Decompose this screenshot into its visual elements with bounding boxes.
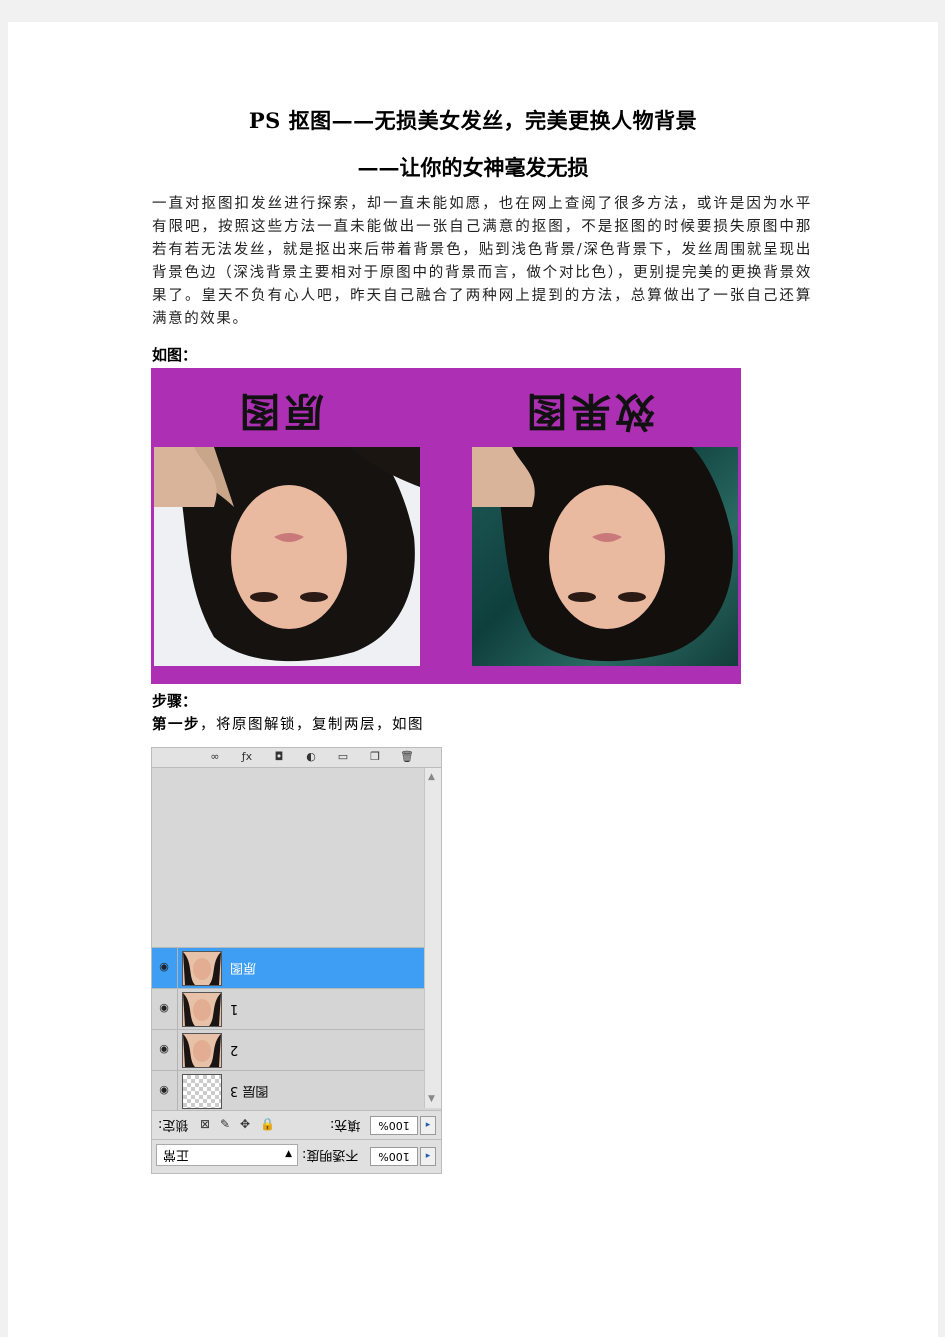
fx-icon[interactable]: ƒx bbox=[240, 750, 254, 764]
new-layer-icon[interactable]: ❐ bbox=[368, 750, 382, 764]
result-heading: 效果图 bbox=[523, 388, 655, 434]
layer-row-1[interactable]: ◉ 1 bbox=[152, 988, 424, 1029]
trash-icon[interactable]: 🗑 bbox=[400, 750, 414, 764]
intro-paragraph: 一直对抠图扣发丝进行探索，却一直未能如愿，也在网上查阅了很多方法，或许是因为水平… bbox=[152, 196, 812, 327]
opacity-input[interactable]: 100% bbox=[370, 1147, 418, 1166]
lock-move-icon[interactable]: ✥ bbox=[240, 1118, 250, 1130]
fill-label: 填充: bbox=[330, 1117, 361, 1132]
layers-panel: ∞ ƒx ◘ ◐ ▭ ❐ 🗑 ▲ ▼ ◉ 原图 ◉ 1 ◉ 2 ◉ 图层 3 锁… bbox=[151, 747, 442, 1174]
steps-heading: 步骤： bbox=[152, 692, 198, 710]
step-1-text: 第一步，将原图解锁，复制两层，如图 bbox=[152, 713, 424, 734]
layer-row-2[interactable]: ◉ 2 bbox=[152, 1029, 424, 1070]
visibility-eye-icon[interactable]: ◉ bbox=[156, 1002, 172, 1014]
visibility-eye-icon[interactable]: ◉ bbox=[156, 961, 172, 973]
step-1-label: 第一步 bbox=[152, 716, 200, 733]
document-title: PS 抠图——无损美女发丝，完美更换人物背景 bbox=[248, 108, 698, 133]
group-icon[interactable]: ▭ bbox=[336, 750, 350, 764]
original-heading: 原图 bbox=[236, 388, 324, 434]
layer-name[interactable]: 2 bbox=[230, 1042, 238, 1057]
lock-transparency-icon[interactable]: ⊠ bbox=[200, 1118, 210, 1130]
comparison-image: 原图 效果图 bbox=[151, 368, 741, 684]
layer-thumbnail bbox=[182, 951, 222, 986]
blend-mode-value: 正常 bbox=[163, 1147, 190, 1162]
layer-thumbnail bbox=[182, 992, 222, 1027]
mask-icon[interactable]: ◘ bbox=[272, 750, 286, 764]
lock-paint-icon[interactable]: ✎ bbox=[220, 1118, 230, 1130]
layer-name[interactable]: 原图 bbox=[230, 960, 256, 979]
blend-opacity-row: 正常 ▲ 不透明度: 100% ▸ bbox=[152, 1139, 441, 1173]
layers-toolbar: ∞ ƒx ◘ ◐ ▭ ❐ 🗑 bbox=[152, 748, 441, 768]
lock-label: 锁定: bbox=[158, 1117, 189, 1132]
lock-all-icon[interactable]: 🔒 bbox=[260, 1118, 275, 1130]
visibility-eye-icon[interactable]: ◉ bbox=[156, 1043, 172, 1055]
layer-thumbnail-transparent bbox=[182, 1074, 222, 1109]
dropdown-caret-icon: ▲ bbox=[285, 1149, 292, 1159]
opacity-label: 不透明度: bbox=[302, 1147, 359, 1162]
layer-name[interactable]: 1 bbox=[230, 1001, 238, 1016]
document-subtitle: ——让你的女神毫发无损 bbox=[357, 155, 589, 180]
blend-mode-select[interactable]: 正常 ▲ bbox=[156, 1144, 298, 1166]
layer-name[interactable]: 图层 3 bbox=[230, 1083, 268, 1102]
lock-fill-row: 锁定: ⊠ ✎ ✥ 🔒 填充: 100% ▸ bbox=[152, 1110, 441, 1139]
scroll-down-icon[interactable]: ▼ bbox=[428, 1094, 435, 1104]
layer-row-3[interactable]: ◉ 图层 3 bbox=[152, 1070, 424, 1111]
visibility-eye-icon[interactable]: ◉ bbox=[156, 1084, 172, 1096]
fill-input[interactable]: 100% bbox=[370, 1116, 418, 1135]
result-photo bbox=[472, 447, 738, 666]
opacity-arrow-icon[interactable]: ▸ bbox=[420, 1147, 436, 1166]
adjustment-icon[interactable]: ◐ bbox=[304, 750, 318, 764]
layer-row-original[interactable]: ◉ 原图 bbox=[152, 947, 424, 988]
fill-arrow-icon[interactable]: ▸ bbox=[420, 1116, 436, 1135]
step-1-description: ，将原图解锁，复制两层，如图 bbox=[200, 717, 424, 733]
original-photo bbox=[154, 447, 420, 666]
scroll-up-icon[interactable]: ▲ bbox=[428, 772, 435, 782]
layers-empty-area bbox=[152, 768, 424, 946]
document-page: PS 抠图——无损美女发丝，完美更换人物背景 ——让你的女神毫发无损 一直对抠图… bbox=[8, 22, 938, 1337]
layer-thumbnail bbox=[182, 1033, 222, 1068]
link-icon[interactable]: ∞ bbox=[208, 750, 222, 764]
layers-scrollbar[interactable]: ▲ ▼ bbox=[424, 768, 441, 1108]
figure-label: 如图： bbox=[152, 346, 198, 364]
